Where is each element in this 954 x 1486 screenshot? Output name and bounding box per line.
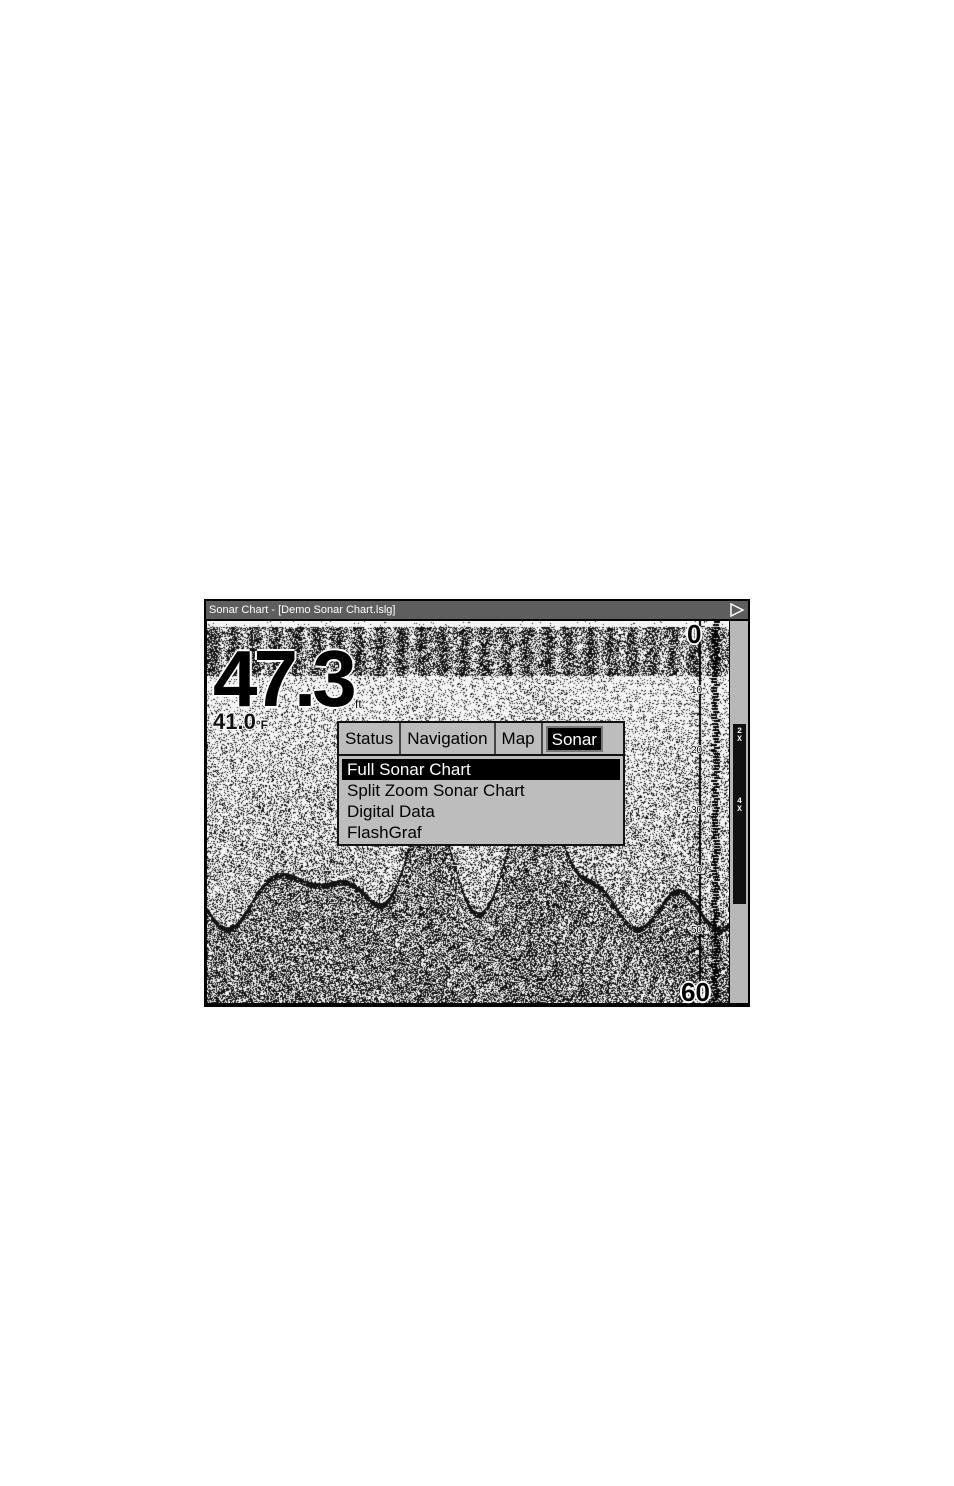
sonar-dropdown-menu: Full Sonar Chart Split Zoom Sonar Chart … xyxy=(337,754,625,846)
temperature-unit: °F xyxy=(255,718,268,732)
depth-scale-tick-30: 30 xyxy=(691,805,703,816)
temperature-value: 41.0 xyxy=(213,709,256,734)
depth-scale-top: 0 xyxy=(687,619,702,649)
depth-scale-tick-10: 10 xyxy=(691,685,703,696)
depth-readout: 47.3 xyxy=(213,634,357,723)
zoom-label-4x: 4X xyxy=(737,797,742,814)
title-bar: Sonar Chart - [Demo Sonar Chart.lslg] xyxy=(206,601,748,619)
menu-item-digital-data[interactable]: Digital Data xyxy=(342,801,620,822)
play-triangle-icon[interactable] xyxy=(729,603,745,617)
depth-unit: ft xyxy=(355,697,362,711)
sonar-overlay: 47.3 ft 41.0°F Status Navigation Map Son… xyxy=(207,619,729,1007)
temperature-readout: 41.0°F xyxy=(213,709,268,735)
menu-item-flashgraf[interactable]: FlashGraf xyxy=(342,822,620,843)
tab-navigation[interactable]: Navigation xyxy=(401,723,496,755)
zoom-bar[interactable]: 2X 4X xyxy=(733,724,746,904)
depth-scale-tick-20: 20 xyxy=(691,745,703,756)
depth-scale-tick-40: 40 xyxy=(691,865,703,876)
tab-map[interactable]: Map xyxy=(496,723,543,755)
tab-status[interactable]: Status xyxy=(339,723,402,755)
tab-sonar[interactable]: Sonar xyxy=(545,726,603,752)
menu-bar: Status Navigation Map Sonar xyxy=(337,721,625,757)
depth-scale-tick-50: 50 xyxy=(691,925,703,936)
menu-item-split-zoom-sonar-chart[interactable]: Split Zoom Sonar Chart xyxy=(342,780,620,801)
depth-scale-bottom: 60 xyxy=(681,977,710,1007)
window-title: Sonar Chart - [Demo Sonar Chart.lslg] xyxy=(209,604,396,616)
menu-item-full-sonar-chart[interactable]: Full Sonar Chart xyxy=(342,759,620,780)
sonar-chart-window: Sonar Chart - [Demo Sonar Chart.lslg] 47… xyxy=(204,599,750,1007)
zoom-label-2x: 2X xyxy=(737,727,742,744)
